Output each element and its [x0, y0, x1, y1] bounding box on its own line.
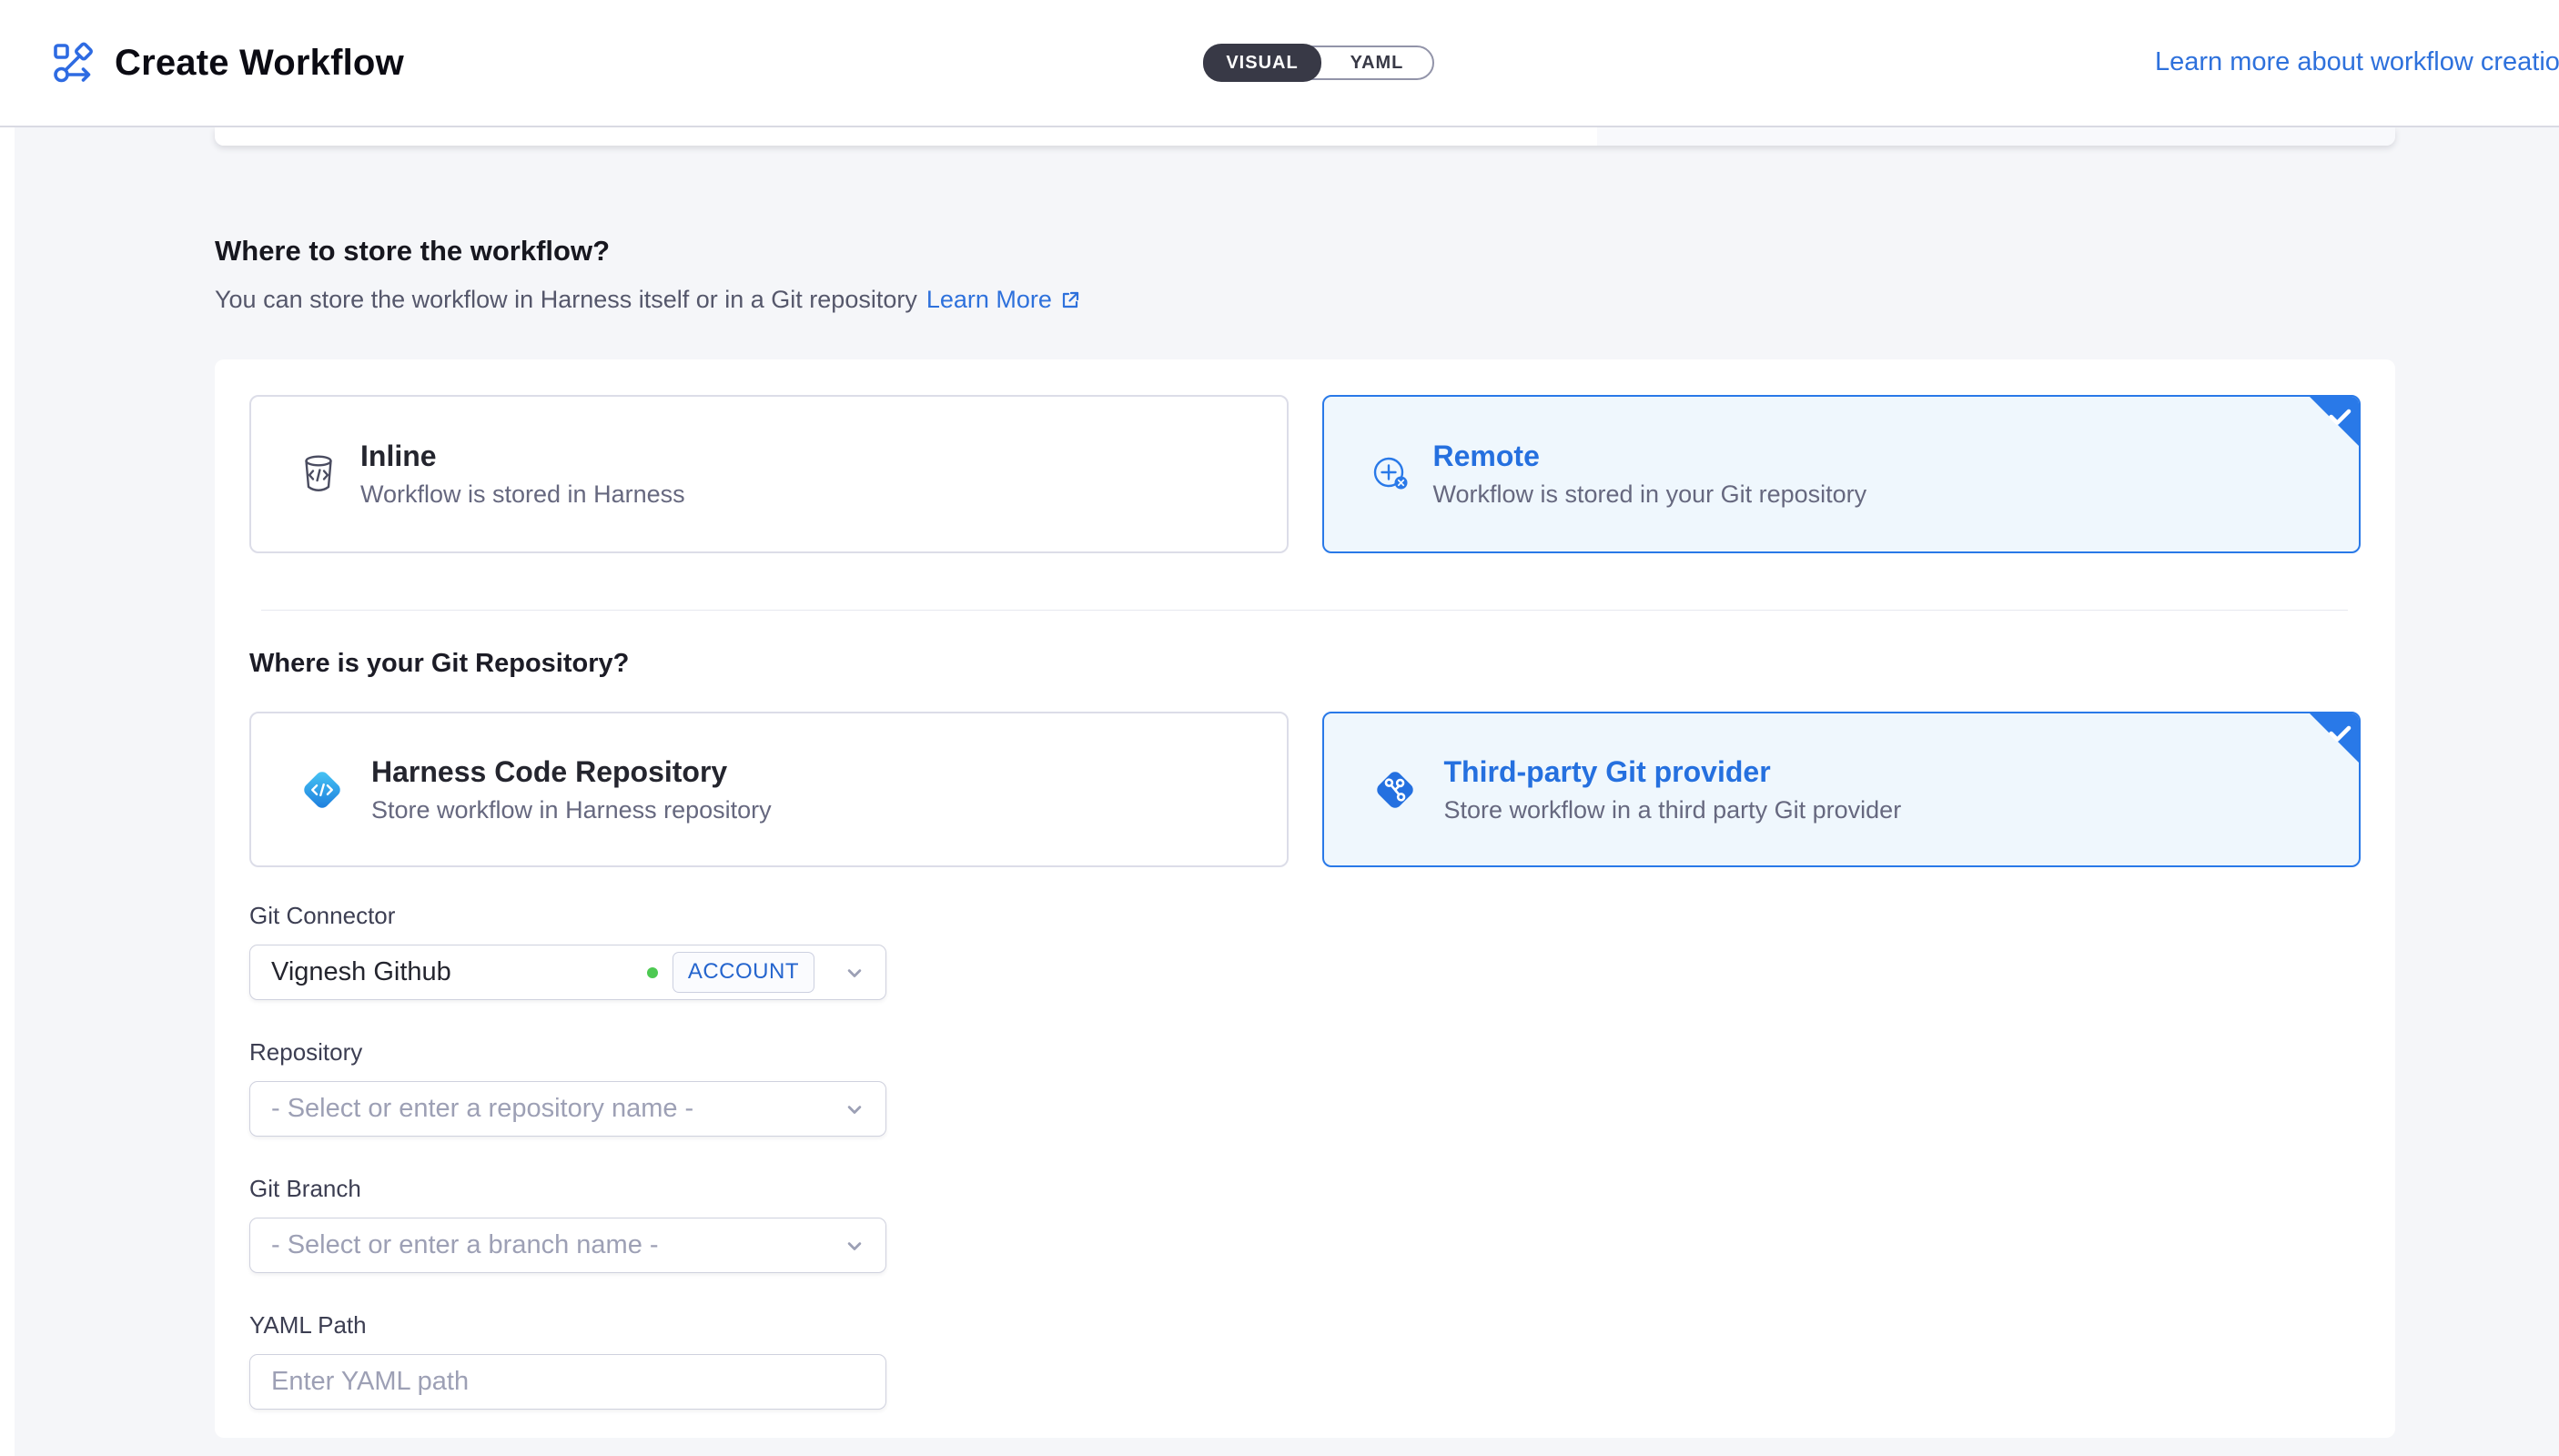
git-branch-label: Git Branch — [249, 1175, 886, 1203]
option-card-inline[interactable]: Inline Workflow is stored in Harness — [249, 395, 1289, 553]
scrolled-card-right — [1597, 127, 2395, 146]
section-divider — [261, 610, 2348, 611]
card-text: Third-party Git provider Store workflow … — [1444, 755, 1902, 824]
yaml-path-input[interactable] — [249, 1354, 886, 1410]
repository-card-row: Harness Code Repository Store workflow i… — [249, 712, 2361, 867]
store-description-text: You can store the workflow in Harness it… — [215, 286, 917, 314]
card-desc-harness-code: Store workflow in Harness repository — [371, 796, 772, 824]
storage-card-row: Inline Workflow is stored in Harness Rem… — [249, 395, 2361, 553]
git-branch-select[interactable]: - Select or enter a branch name - — [249, 1218, 886, 1273]
card-text: Inline Workflow is stored in Harness — [360, 440, 685, 509]
card-title-third-party: Third-party Git provider — [1444, 755, 1902, 789]
card-title-remote: Remote — [1433, 440, 1867, 473]
card-desc-third-party: Store workflow in a third party Git prov… — [1444, 796, 1902, 824]
learn-more-label: Learn More — [926, 286, 1052, 314]
workflow-icon — [51, 41, 95, 85]
header-title-group: Create Workflow — [51, 0, 404, 126]
card-desc-inline: Workflow is stored in Harness — [360, 480, 685, 509]
card-text: Harness Code Repository Store workflow i… — [371, 755, 772, 824]
repository-section-heading: Where is your Git Repository? — [249, 649, 2361, 679]
chevron-down-icon[interactable] — [842, 1233, 867, 1259]
git-connector-select[interactable]: Vignesh Github ACCOUNT — [249, 945, 886, 1000]
card-desc-remote: Workflow is stored in your Git repositor… — [1433, 480, 1867, 509]
harness-code-diamond-icon — [297, 764, 348, 815]
git-connector-label: Git Connector — [249, 902, 886, 930]
option-card-harness-code[interactable]: Harness Code Repository Store workflow i… — [249, 712, 1289, 867]
option-card-remote[interactable]: Remote Workflow is stored in your Git re… — [1322, 395, 2362, 553]
visual-yaml-toggle: VISUAL YAML — [1203, 46, 1434, 80]
page-title: Create Workflow — [115, 43, 404, 84]
repository-select[interactable]: - Select or enter a repository name - — [249, 1081, 886, 1137]
workflow-storage-panel: Inline Workflow is stored in Harness Rem… — [215, 359, 2395, 1438]
connector-status-dot-icon — [647, 967, 658, 978]
git-branch-diamond-icon — [1370, 764, 1421, 815]
tab-visual[interactable]: VISUAL — [1203, 44, 1321, 82]
card-title-inline: Inline — [360, 440, 685, 473]
git-branch-placeholder: - Select or enter a branch name - — [271, 1230, 829, 1260]
yaml-path-label: YAML Path — [249, 1311, 886, 1340]
chevron-down-icon[interactable] — [842, 1097, 867, 1122]
external-link-icon — [1059, 289, 1081, 311]
tab-yaml[interactable]: YAML — [1321, 46, 1432, 80]
scope-badge: ACCOUNT — [673, 952, 814, 993]
remote-add-node-icon — [1370, 452, 1413, 496]
chevron-down-icon[interactable] — [842, 960, 867, 986]
git-details-form: Git Connector Vignesh Github ACCOUNT Rep… — [249, 902, 886, 1410]
selected-check-icon — [2325, 719, 2354, 748]
selected-check-icon — [2325, 402, 2354, 431]
repository-placeholder: - Select or enter a repository name - — [271, 1094, 829, 1124]
repository-label: Repository — [249, 1038, 886, 1067]
scrolled-card-left — [215, 127, 1597, 146]
inline-database-code-icon — [297, 452, 340, 496]
learn-more-workflow-creation-link[interactable]: Learn more about workflow creation — [2155, 47, 2559, 77]
learn-more-link[interactable]: Learn More — [926, 286, 1081, 314]
option-card-third-party-git[interactable]: Third-party Git provider Store workflow … — [1322, 712, 2362, 867]
git-connector-value: Vignesh Github — [271, 957, 451, 987]
scrolled-card-remnant — [215, 127, 2395, 146]
left-edge-strip — [0, 127, 15, 1456]
header: Create Workflow VISUAL YAML Learn more a… — [0, 0, 2559, 127]
store-section-heading: Where to store the workflow? — [215, 235, 610, 268]
git-connector-right-group: ACCOUNT — [647, 952, 867, 993]
card-text: Remote Workflow is stored in your Git re… — [1433, 440, 1867, 509]
card-title-harness-code: Harness Code Repository — [371, 755, 772, 789]
store-section-description: You can store the workflow in Harness it… — [215, 286, 1081, 314]
